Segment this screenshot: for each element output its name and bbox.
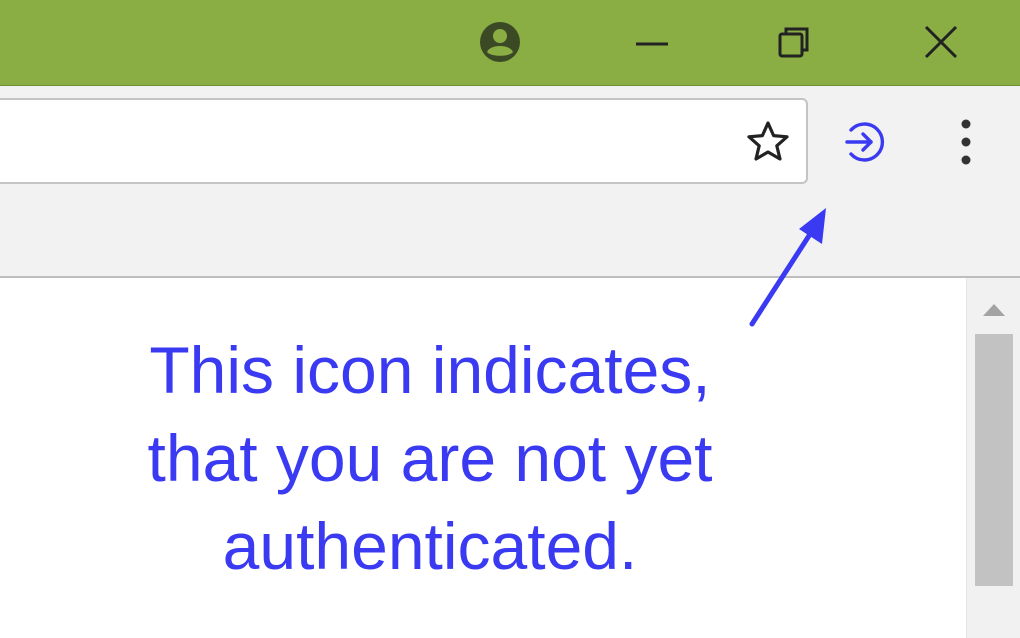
profile-button[interactable]: [460, 0, 540, 84]
bookmarks-bar: [0, 194, 1020, 278]
vertical-scrollbar[interactable]: [966, 278, 1020, 638]
scrollbar-thumb[interactable]: [975, 334, 1013, 586]
sign-in-arrow-icon: [845, 122, 885, 162]
scroll-up-button[interactable]: [967, 290, 1020, 330]
browser-toolbar: [0, 86, 1020, 194]
minimize-icon: [636, 42, 668, 46]
annotation-line-1: This icon indicates,: [149, 333, 711, 407]
vertical-dots-icon: [961, 119, 971, 165]
close-icon: [924, 25, 958, 59]
address-bar[interactable]: [0, 98, 808, 184]
minimize-button[interactable]: [608, 0, 696, 84]
bookmark-button[interactable]: [736, 110, 800, 174]
star-outline-icon: [747, 121, 789, 161]
title-bar: [0, 0, 1020, 86]
sign-in-button[interactable]: [832, 110, 896, 174]
triangle-up-icon: [983, 304, 1005, 316]
account-circle-icon: [480, 22, 520, 62]
annotation-line-2: that you are not yet: [147, 421, 713, 495]
browser-window: This icon indicates, that you are not ye…: [0, 0, 1020, 638]
menu-button[interactable]: [936, 110, 996, 174]
annotation-text: This icon indicates, that you are not ye…: [60, 326, 800, 590]
restore-icon: [778, 27, 809, 58]
close-button[interactable]: [896, 0, 986, 84]
annotation-line-3: authenticated.: [222, 509, 638, 583]
restore-button[interactable]: [750, 0, 838, 84]
